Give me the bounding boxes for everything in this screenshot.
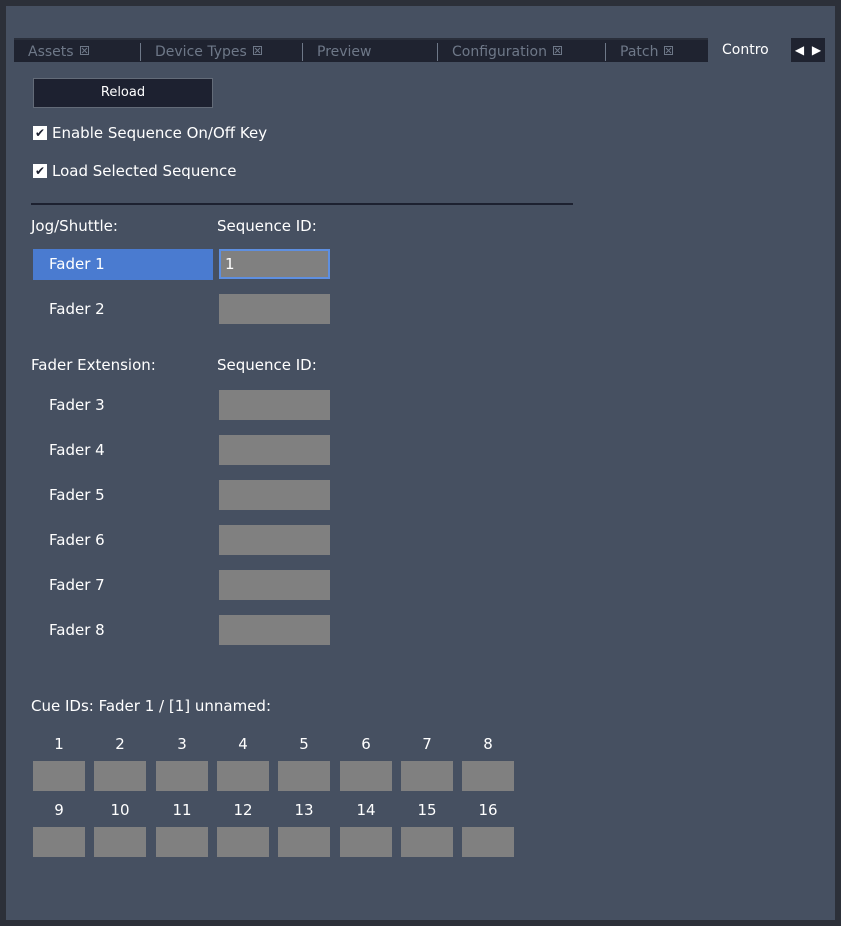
fader-label: Fader 2 [49,300,105,318]
cue-number-label: 12 [233,801,253,819]
fader-extension-heading: Fader Extension: [31,356,156,374]
cue-id-input[interactable] [340,827,392,857]
fader-label: Fader 8 [49,621,105,639]
jog-shuttle-heading: Jog/Shuttle: [31,217,118,235]
cue-id-input[interactable] [94,761,146,791]
cue-id-input[interactable] [33,761,85,791]
fader-2-sequence-input[interactable] [219,294,330,324]
fader-label: Fader 5 [49,486,105,504]
cue-id-input[interactable] [156,761,208,791]
cue-id-input[interactable] [462,761,514,791]
cue-id-input[interactable] [33,827,85,857]
tab-assets[interactable]: Assets [14,38,141,62]
cue-id-input[interactable] [278,827,330,857]
cue-id-input[interactable] [278,761,330,791]
fader-8-sequence-input[interactable] [219,615,330,645]
cue-id-input[interactable] [156,827,208,857]
sequence-id-heading: Sequence ID: [217,356,317,374]
tab-device-types[interactable]: Device Types [141,38,303,62]
fader-row-2[interactable]: Fader 2 [33,294,213,325]
fader-4-sequence-input[interactable] [219,435,330,465]
cue-number-label: 14 [356,801,376,819]
fader-row-5[interactable]: Fader 5 [33,480,213,511]
fader-1-sequence-input[interactable]: 1 [219,249,330,279]
tab-patch[interactable]: Patch [606,38,708,62]
fader-6-sequence-input[interactable] [219,525,330,555]
tab-strip: Assets Device Types Preview Configuratio… [14,30,827,62]
cue-number-label: 5 [299,735,309,753]
cue-id-input[interactable] [340,761,392,791]
cue-number-label: 13 [294,801,314,819]
cue-number-label: 1 [54,735,64,753]
cue-number-label: 2 [115,735,125,753]
cue-id-input[interactable] [401,827,453,857]
close-icon[interactable] [664,46,674,55]
cue-number-label: 15 [417,801,437,819]
cue-id-input[interactable] [217,761,269,791]
cue-id-input[interactable] [462,827,514,857]
cue-number-label: 4 [238,735,248,753]
cue-number-label: 7 [422,735,432,753]
reload-button[interactable]: Reload [33,78,213,108]
fader-label: Fader 1 [49,255,105,273]
close-icon[interactable] [79,46,89,55]
fader-3-sequence-input[interactable] [219,390,330,420]
tab-label: Patch [620,44,659,60]
fader-row-1[interactable]: Fader 1 [33,249,213,280]
tab-label: Contro [722,42,769,58]
cue-id-input[interactable] [94,827,146,857]
fader-label: Fader 3 [49,396,105,414]
cue-number-label: 3 [177,735,187,753]
fader-row-6[interactable]: Fader 6 [33,525,213,556]
tab-label: Device Types [155,44,247,60]
fader-label: Fader 4 [49,441,105,459]
arrow-right-icon[interactable]: ▶ [808,38,825,62]
load-selected-sequence-checkbox[interactable]: ✔ Load Selected Sequence [33,161,237,181]
fader-row-4[interactable]: Fader 4 [33,435,213,466]
cue-number-label: 16 [478,801,498,819]
close-icon[interactable] [252,46,262,55]
cue-id-input[interactable] [217,827,269,857]
tab-configuration[interactable]: Configuration [438,38,606,62]
fader-5-sequence-input[interactable] [219,480,330,510]
tab-label: Assets [28,44,74,60]
cue-number-label: 9 [54,801,64,819]
tab-bar: Assets Device Types Preview Configuratio… [6,6,835,62]
cue-ids-heading: Cue IDs: Fader 1 / [1] unnamed: [31,697,271,715]
cue-number-label: 6 [361,735,371,753]
tab-control[interactable]: Contro [708,38,793,62]
checkmark-icon[interactable]: ✔ [33,164,47,178]
tab-preview[interactable]: Preview [303,38,438,62]
checkbox-label: Enable Sequence On/Off Key [52,124,268,142]
fader-row-7[interactable]: Fader 7 [33,570,213,601]
fader-label: Fader 7 [49,576,105,594]
checkbox-label: Load Selected Sequence [52,162,237,180]
cue-id-input[interactable] [401,761,453,791]
arrow-left-icon[interactable]: ◀ [791,38,808,62]
fader-7-sequence-input[interactable] [219,570,330,600]
fader-row-3[interactable]: Fader 3 [33,390,213,421]
cue-number-label: 8 [483,735,493,753]
close-icon[interactable] [552,46,562,55]
cue-number-label: 11 [172,801,192,819]
checkmark-icon[interactable]: ✔ [33,126,47,140]
enable-sequence-key-checkbox[interactable]: ✔ Enable Sequence On/Off Key [33,123,267,143]
cue-number-label: 10 [110,801,130,819]
tab-label: Configuration [452,44,547,60]
fader-row-8[interactable]: Fader 8 [33,615,213,646]
sequence-id-heading: Sequence ID: [217,217,317,235]
tab-label: Preview [317,44,372,60]
section-divider [31,203,573,205]
fader-label: Fader 6 [49,531,105,549]
tab-scroll-buttons: ◀ ▶ [791,38,825,62]
